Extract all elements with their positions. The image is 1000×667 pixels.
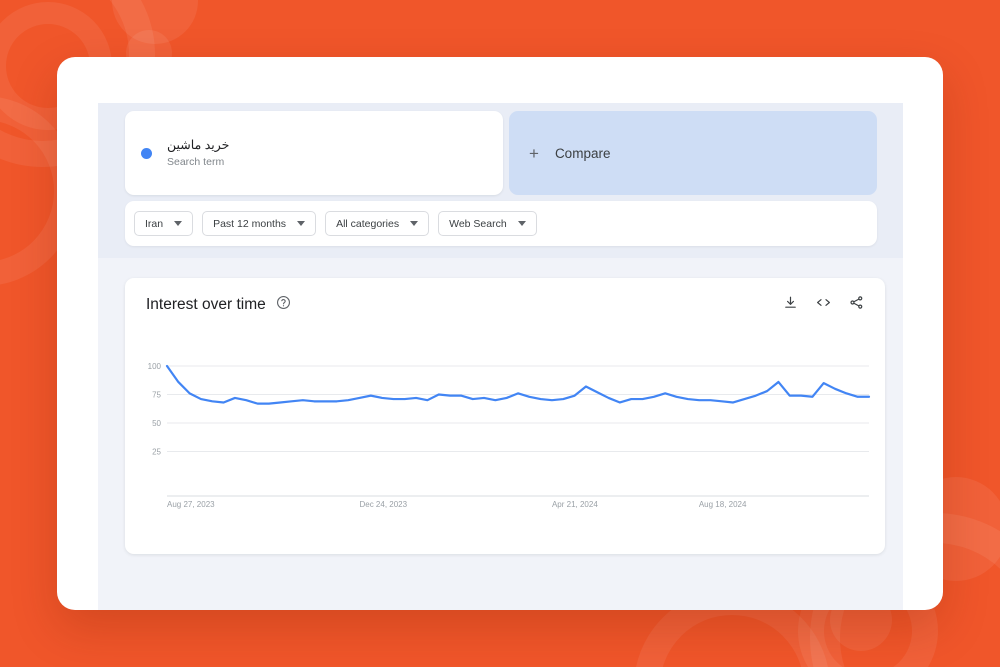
page-root: خرید ماشین Search term + Compare Iran Pa… bbox=[0, 0, 1000, 667]
filter-chip-timerange[interactable]: Past 12 months bbox=[202, 211, 317, 236]
chart-actions bbox=[783, 295, 864, 315]
interest-over-time-card: Interest over time 100 75 50 25 Aug 27, … bbox=[125, 278, 885, 554]
plus-icon: + bbox=[529, 143, 539, 163]
y-axis-tick-label: 50 bbox=[152, 419, 161, 428]
y-axis-tick-label: 75 bbox=[152, 391, 161, 400]
x-axis-tick-label: Dec 24, 2023 bbox=[359, 500, 408, 509]
y-axis-tick-label: 100 bbox=[148, 362, 162, 371]
decorative-blob-top-left bbox=[112, 0, 198, 44]
filter-chip-category[interactable]: All categories bbox=[325, 211, 430, 236]
share-icon[interactable] bbox=[849, 295, 864, 315]
trends-panel: خرید ماشین Search term + Compare Iran Pa… bbox=[98, 103, 903, 610]
chart-title: Interest over time bbox=[146, 296, 266, 313]
chart-x-axis: Aug 27, 2023 Dec 24, 2023 Apr 21, 2024 Aug … bbox=[139, 500, 871, 516]
search-term-card[interactable]: خرید ماشین Search term bbox=[125, 111, 503, 195]
search-term-subtitle: Search term bbox=[167, 155, 225, 168]
filter-chip-searchtype[interactable]: Web Search bbox=[438, 211, 537, 236]
download-icon[interactable] bbox=[783, 295, 798, 315]
chevron-down-icon bbox=[174, 221, 183, 226]
filter-bar: Iran Past 12 months All categories Web S… bbox=[125, 201, 877, 246]
series-color-dot bbox=[141, 147, 152, 159]
x-axis-tick-label: Aug 27, 2023 bbox=[167, 500, 215, 509]
search-term-row: خرید ماشین Search term + Compare bbox=[125, 111, 877, 195]
filter-chip-location-label: Iran bbox=[145, 217, 164, 230]
interest-over-time-plot: 100 75 50 25 bbox=[139, 356, 871, 506]
y-axis-tick-label: 25 bbox=[152, 448, 161, 457]
window-card: خرید ماشین Search term + Compare Iran Pa… bbox=[57, 57, 943, 610]
filter-chip-searchtype-label: Web Search bbox=[449, 217, 507, 230]
chevron-down-icon bbox=[297, 221, 306, 226]
compare-label: Compare bbox=[554, 145, 611, 161]
filter-chip-location[interactable]: Iran bbox=[134, 211, 194, 236]
search-term-texts: خرید ماشین Search term bbox=[167, 138, 229, 169]
chart-title-wrap: Interest over time bbox=[146, 295, 291, 315]
search-term-label: خرید ماشین bbox=[167, 137, 230, 152]
filter-chip-category-label: All categories bbox=[336, 217, 400, 230]
chart-header: Interest over time bbox=[146, 295, 864, 315]
x-axis-tick-label: Apr 21, 2024 bbox=[551, 500, 598, 509]
x-axis-tick-label: Aug 18, 2024 bbox=[698, 500, 747, 509]
chevron-down-icon bbox=[517, 221, 526, 226]
chart-line-series bbox=[165, 364, 871, 405]
chevron-down-icon bbox=[410, 221, 419, 226]
help-circle-icon[interactable] bbox=[276, 295, 291, 315]
compare-button[interactable]: + Compare bbox=[509, 111, 877, 195]
chart-svg: 100 75 50 25 bbox=[148, 362, 871, 497]
embed-code-icon[interactable] bbox=[815, 295, 832, 315]
filter-chip-timerange-label: Past 12 months bbox=[213, 217, 287, 230]
